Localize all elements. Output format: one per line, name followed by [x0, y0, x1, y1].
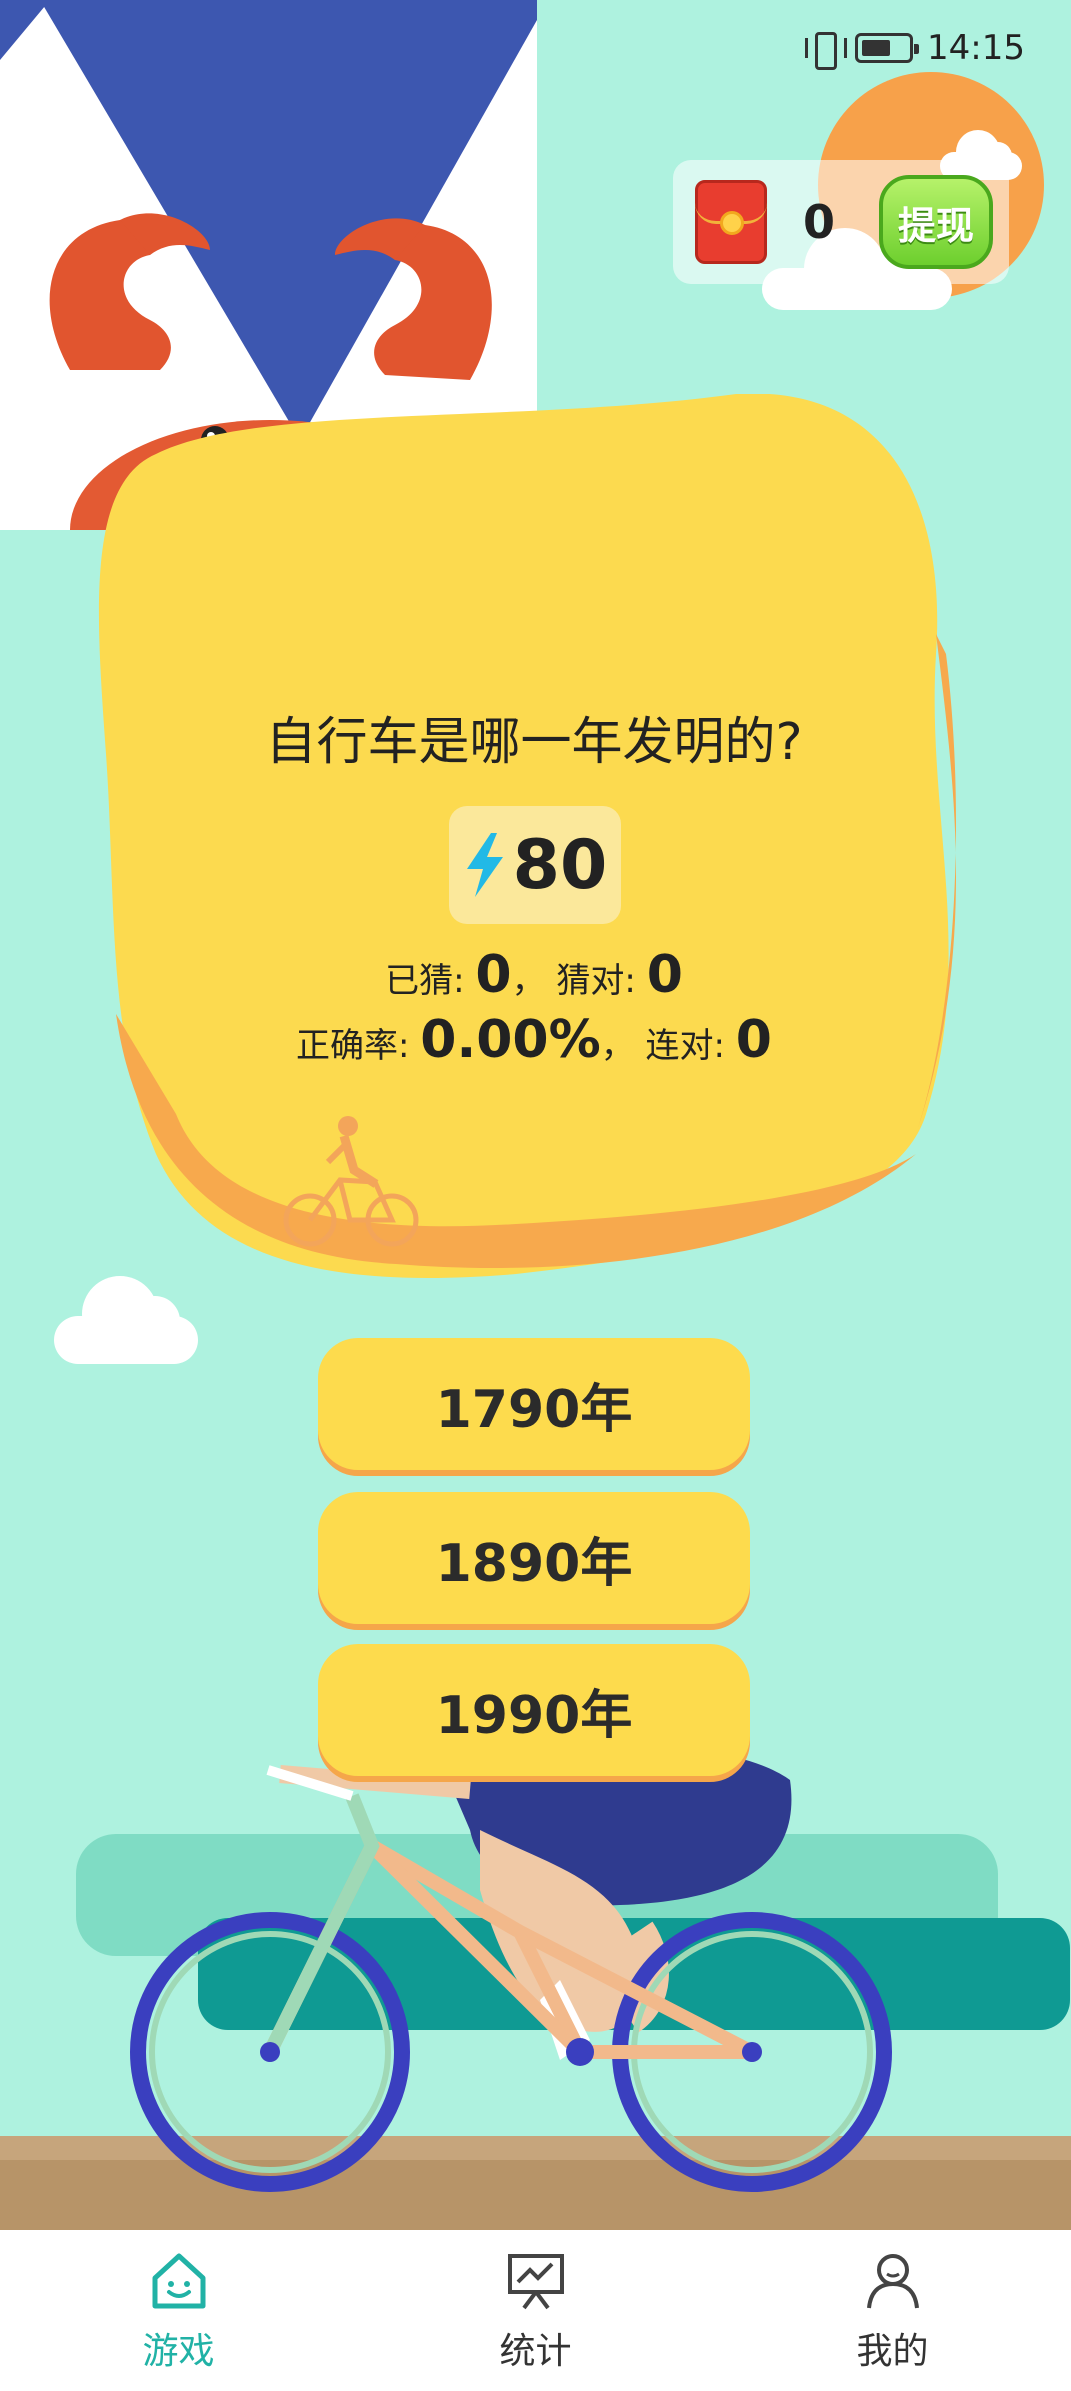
person-icon [866, 2253, 919, 2308]
vibrate-icon [805, 30, 848, 70]
streak-label: 连对: [645, 1026, 725, 1066]
guessed-label: 已猜: [385, 961, 465, 1001]
correct-label: 猜对: [556, 961, 636, 1001]
tab-mine-label: 我的 [856, 2330, 929, 2372]
red-packet-icon [695, 180, 767, 264]
energy-value: 80 [512, 825, 608, 905]
wallet-balance: 0 [803, 195, 836, 249]
bicycle-scene-illustration [0, 1743, 1071, 2230]
status-time: 14:15 [927, 28, 1025, 68]
question-text: 自行车是哪一年发明的? [265, 713, 803, 772]
tab-game[interactable]: 游戏 [0, 2230, 357, 2391]
status-bar: 14:15 [511, 0, 1071, 96]
tab-stats[interactable]: 统计 [357, 2230, 714, 2391]
bottom-tab-bar: 游戏 统计 我的 [0, 2230, 1071, 2391]
answer-option-1[interactable]: 1790年 [318, 1338, 750, 1470]
lightning-icon [466, 833, 503, 897]
tab-game-label: 游戏 [142, 2330, 215, 2372]
answer-option-2[interactable]: 1890年 [318, 1492, 750, 1624]
home-smile-icon [152, 2253, 205, 2308]
chart-board-icon [507, 2253, 564, 2309]
energy-badge: 80 [449, 806, 621, 924]
cyclist-illustration [283, 1116, 419, 1247]
battery-icon [855, 33, 920, 63]
accuracy-stats: 正确率: 0.00%， 连对: 0 [296, 1010, 772, 1070]
cloud-decoration [54, 1276, 198, 1364]
answer-option-3[interactable]: 1990年 [318, 1644, 750, 1776]
wallet-panel: 0 提现 [673, 160, 1009, 284]
withdraw-button[interactable]: 提现 [879, 175, 993, 269]
streak-value: 0 [735, 1010, 772, 1070]
tab-stats-label: 统计 [499, 2330, 572, 2372]
accuracy-label: 正确率: [296, 1026, 410, 1066]
accuracy-value: 0.00% [420, 1010, 601, 1070]
guessed-value: 0 [475, 945, 512, 1005]
tab-mine[interactable]: 我的 [714, 2230, 1071, 2391]
guess-stats: 已猜: 0， 猜对: 0 [385, 945, 683, 1005]
correct-value: 0 [646, 945, 683, 1005]
